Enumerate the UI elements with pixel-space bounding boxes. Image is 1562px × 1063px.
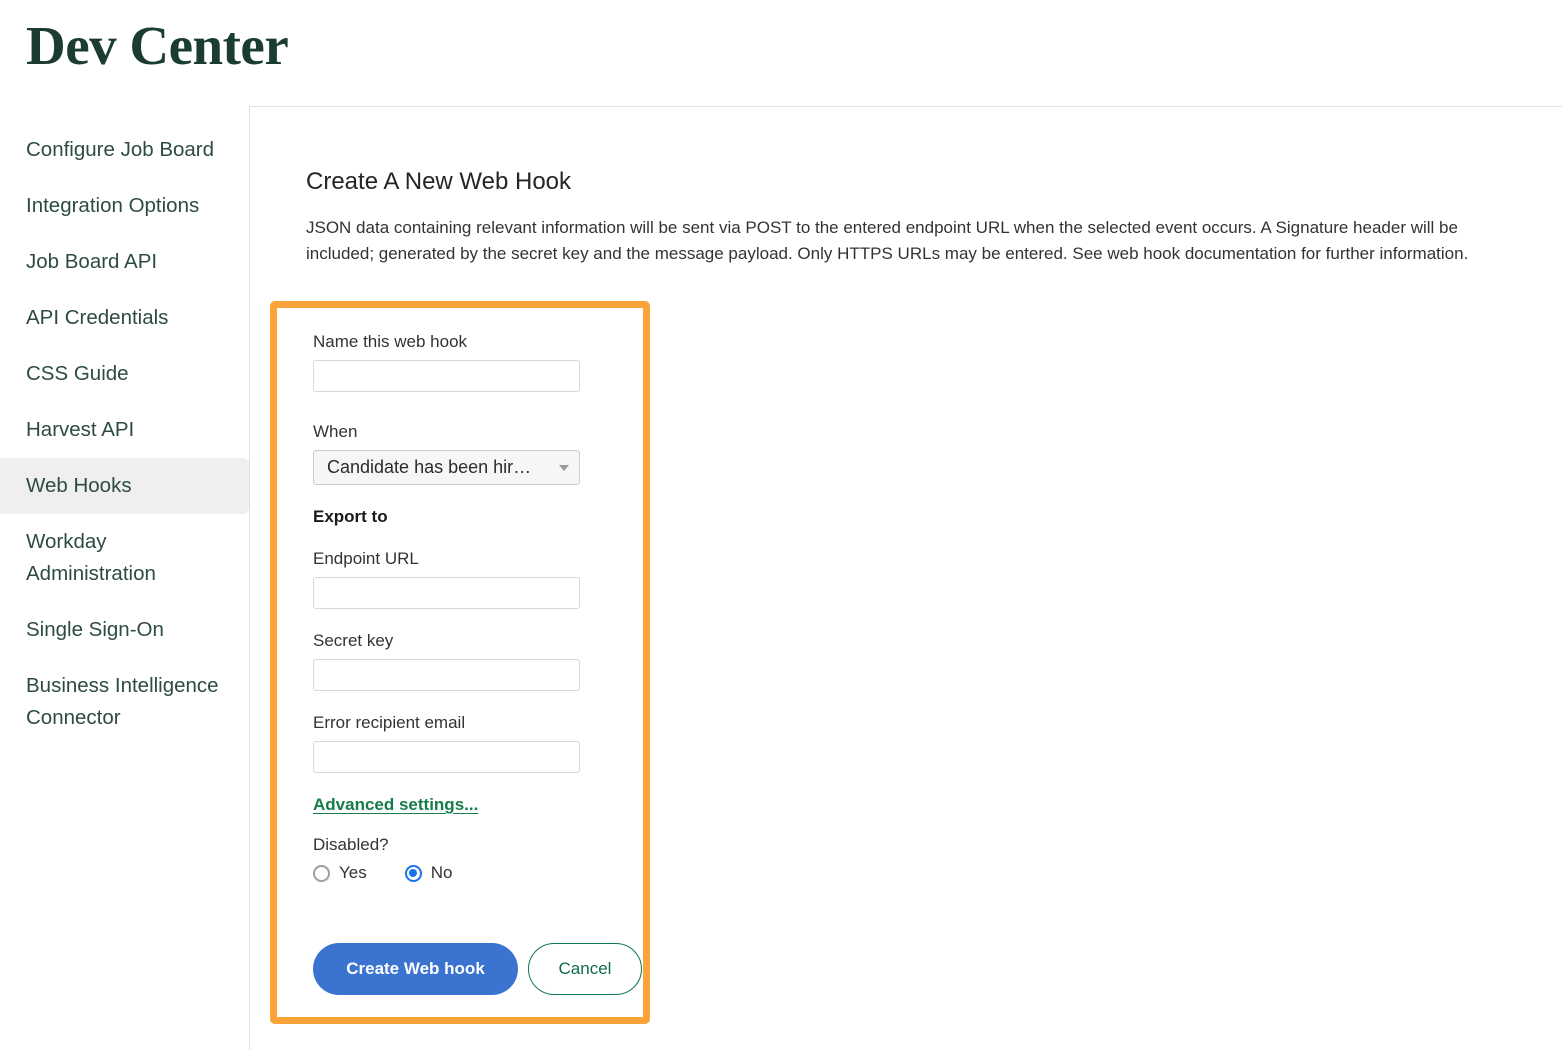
sidebar-item-single-sign-on[interactable]: Single Sign-On	[0, 602, 249, 658]
sidebar-item-job-board-api[interactable]: Job Board API	[0, 234, 249, 290]
secret-key-input[interactable]	[313, 659, 580, 691]
disabled-label: Disabled?	[313, 835, 389, 854]
page-layout: Configure Job Board Integration Options …	[0, 106, 1562, 1050]
create-web-hook-button[interactable]: Create Web hook	[313, 943, 518, 995]
secret-key-field-group: Secret key	[313, 629, 643, 691]
sidebar-item-api-credentials[interactable]: API Credentials	[0, 290, 249, 346]
name-field-label: Name this web hook	[313, 332, 468, 351]
name-input[interactable]	[313, 360, 580, 392]
sidebar-item-business-intelligence-connector[interactable]: Business Intelligence Connector	[0, 658, 249, 746]
section-description: JSON data containing relevant informatio…	[306, 218, 1469, 263]
when-select-wrap: Candidate has been hir…	[313, 450, 580, 485]
page-header: Dev Center	[0, 0, 1562, 106]
section-title: Create A New Web Hook	[306, 168, 572, 195]
disabled-radio-no-label: No	[430, 863, 453, 882]
when-field-group: When Candidate has been hir…	[313, 420, 643, 485]
sidebar-nav: Configure Job Board Integration Options …	[0, 106, 249, 746]
when-select[interactable]: Candidate has been hir…	[313, 450, 580, 485]
disabled-field-group: Disabled? Yes No	[313, 833, 643, 883]
export-to-label: Export to	[313, 507, 388, 526]
endpoint-url-label: Endpoint URL	[313, 549, 419, 568]
error-recipient-email-input[interactable]	[313, 741, 580, 773]
page-title: Dev Center	[26, 15, 289, 76]
sidebar-item-integration-options[interactable]: Integration Options	[0, 178, 249, 234]
main-content-panel: Create A New Web Hook JSON data containi…	[249, 106, 1562, 1050]
create-web-hook-form: Name this web hook When Candidate has be…	[270, 301, 650, 1024]
endpoint-field-group: Endpoint URL	[313, 547, 643, 609]
cancel-button[interactable]: Cancel	[528, 943, 642, 995]
error-email-field-group: Error recipient email	[313, 711, 643, 773]
disabled-radio-group: Yes No	[313, 863, 643, 883]
secret-key-label: Secret key	[313, 631, 394, 650]
when-field-label: When	[313, 422, 358, 441]
form-actions: Create Web hook Cancel	[313, 943, 643, 995]
error-recipient-email-label: Error recipient email	[313, 713, 466, 732]
advanced-settings-link[interactable]: Advanced settings...	[313, 793, 478, 817]
sidebar-item-css-guide[interactable]: CSS Guide	[0, 346, 249, 402]
sidebar-item-harvest-api[interactable]: Harvest API	[0, 402, 249, 458]
sidebar-item-workday-administration[interactable]: Workday Administration	[0, 514, 249, 602]
endpoint-url-input[interactable]	[313, 577, 580, 609]
sidebar-item-configure-job-board[interactable]: Configure Job Board	[0, 122, 249, 178]
disabled-radio-yes-label: Yes	[339, 863, 367, 882]
name-field-group: Name this web hook	[313, 330, 643, 392]
radio-checked-icon	[404, 864, 422, 882]
disabled-radio-no[interactable]: No	[404, 863, 453, 883]
radio-unchecked-icon	[313, 864, 330, 882]
sidebar-item-web-hooks[interactable]: Web Hooks	[0, 458, 249, 514]
disabled-radio-yes[interactable]: Yes	[313, 863, 367, 883]
export-to-group: Export to	[313, 505, 643, 529]
